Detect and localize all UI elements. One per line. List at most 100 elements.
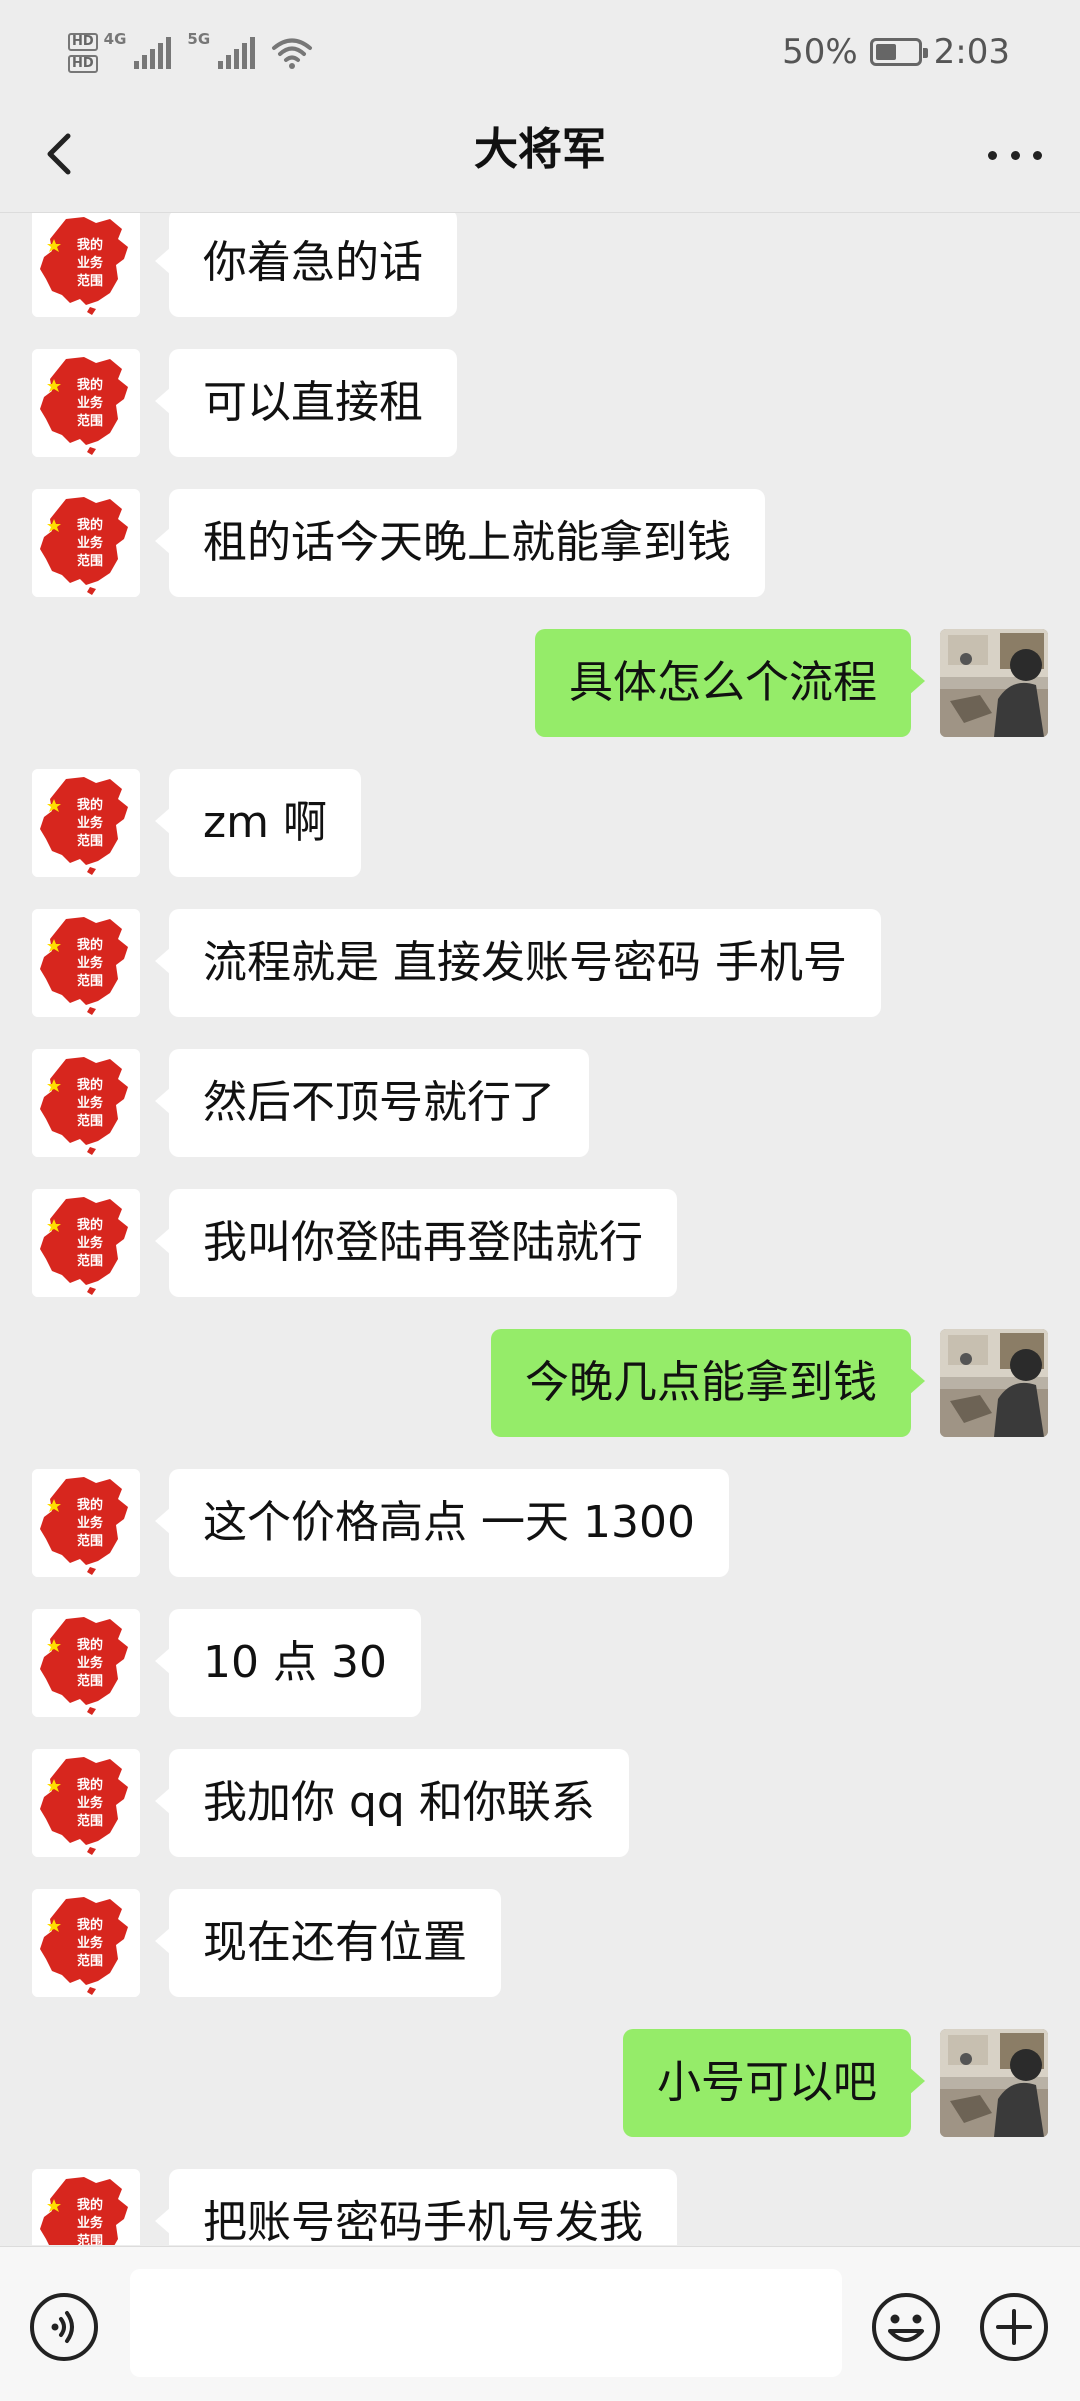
china-map-icon: 我的业务范围 — [32, 1189, 140, 1297]
incoming-message: 我的 业务 范围 把账号密码手机号发我 — [0, 2169, 1080, 2245]
china-map-icon: 我的业务范围 — [32, 769, 140, 877]
incoming-message: 我的 业务 范围 10 点 30 — [0, 1609, 1080, 1717]
avatar-text-2: 业务 — [77, 1935, 104, 1951]
message-bubble[interactable]: 具体怎么个流程 — [535, 629, 925, 737]
status-right: 50% 2:03 — [782, 30, 1010, 74]
avatar-text-3: 范围 — [77, 1253, 103, 1269]
contact-avatar[interactable]: 我的 业务 范围 — [32, 1609, 140, 1717]
avatar-text-1: 我的 — [77, 1637, 103, 1653]
avatar-text-3: 范围 — [77, 1813, 103, 1829]
hd-badge-2: HD — [68, 55, 98, 73]
message-bubble[interactable]: 小号可以吧 — [623, 2029, 925, 2137]
message-list[interactable]: 我的 业务 范围 你着急的话 我的 业务 范围 可以直接租 我的 业务 范围 租的话今天晚上就能拿到钱… — [0, 213, 1080, 2245]
avatar-text-1: 我的 — [77, 1917, 103, 1933]
emoji-icon[interactable] — [870, 2291, 942, 2363]
avatar-text-2: 业务 — [77, 395, 104, 411]
contact-avatar[interactable]: 我的 业务 范围 — [32, 1889, 140, 1997]
contact-avatar[interactable]: 我的 业务 范围 — [32, 1749, 140, 1857]
avatar-text-3: 范围 — [77, 553, 103, 569]
avatar-text-3: 范围 — [77, 1673, 103, 1689]
china-map-icon: 我的业务范围 — [32, 1469, 140, 1577]
avatar-text-3: 范围 — [77, 1953, 103, 1969]
clock: 2:03 — [933, 32, 1010, 72]
incoming-message: 我的 业务 范围 现在还有位置 — [0, 1889, 1080, 1997]
more-dots-icon[interactable] — [980, 130, 1050, 180]
contact-avatar[interactable]: 我的 业务 范围 — [32, 1049, 140, 1157]
user-photo-avatar — [940, 629, 1048, 737]
message-input[interactable] — [130, 2269, 842, 2377]
network-type-2: 5G — [187, 30, 211, 48]
china-map-icon: 我的业务范围 — [32, 1049, 140, 1157]
contact-avatar[interactable]: 我的 业务 范围 — [32, 2169, 140, 2245]
contact-avatar[interactable]: 我的 业务 范围 — [32, 909, 140, 1017]
incoming-message: 我的 业务 范围 流程就是 直接发账号密码 手机号 — [0, 909, 1080, 1017]
message-bubble[interactable]: 现在还有位置 — [155, 1889, 501, 1997]
incoming-message: 我的 业务 范围 你着急的话 — [0, 213, 1080, 317]
avatar-text-1: 我的 — [77, 237, 103, 253]
contact-avatar[interactable]: 我的 业务 范围 — [32, 1469, 140, 1577]
contact-avatar[interactable]: 我的 业务 范围 — [32, 213, 140, 317]
avatar-text-1: 我的 — [77, 1497, 103, 1513]
chat-header: 大将军 — [0, 100, 1080, 213]
avatar-text-3: 范围 — [77, 1113, 103, 1129]
avatar-text-2: 业务 — [77, 1235, 104, 1251]
message-bubble[interactable]: 我叫你登陆再登陆就行 — [155, 1189, 677, 1297]
avatar-text-3: 范围 — [77, 413, 103, 429]
plus-circle-icon[interactable] — [978, 2291, 1050, 2363]
message-bubble[interactable]: 流程就是 直接发账号密码 手机号 — [155, 909, 881, 1017]
avatar-text-3: 范围 — [77, 973, 103, 989]
china-map-icon: 我的业务范围 — [32, 2169, 140, 2245]
avatar-text-2: 业务 — [77, 955, 104, 971]
battery-percent: 50% — [782, 32, 858, 72]
message-bubble[interactable]: 我加你 qq 和你联系 — [155, 1749, 629, 1857]
outgoing-message: 小号可以吧 — [0, 2029, 1080, 2137]
china-map-icon: 我的业务范围 — [32, 1609, 140, 1717]
outgoing-message: 今晚几点能拿到钱 — [0, 1329, 1080, 1437]
message-bubble[interactable]: 你着急的话 — [155, 213, 457, 317]
signal-icon — [134, 37, 172, 69]
incoming-message: 我的 业务 范围 我加你 qq 和你联系 — [0, 1749, 1080, 1857]
message-bubble[interactable]: 可以直接租 — [155, 349, 457, 457]
avatar-text-3: 范围 — [77, 273, 103, 289]
network-type-1: 4G — [103, 30, 127, 48]
china-map-icon: 我的业务范围 — [32, 349, 140, 457]
status-bar: HD HD 4G 5G 50% 2:03 — [0, 0, 1080, 100]
contact-avatar[interactable]: 我的 业务 范围 — [32, 349, 140, 457]
message-bubble[interactable]: 然后不顶号就行了 — [155, 1049, 589, 1157]
avatar-text-2: 业务 — [77, 815, 104, 831]
message-bubble[interactable]: 这个价格高点 一天 1300 — [155, 1469, 729, 1577]
message-bubble[interactable]: zm 啊 — [155, 769, 361, 877]
user-photo-avatar — [940, 1329, 1048, 1437]
contact-avatar[interactable]: 我的 业务 范围 — [32, 769, 140, 877]
contact-avatar[interactable]: 我的 业务 范围 — [32, 1189, 140, 1297]
incoming-message: 我的 业务 范围 然后不顶号就行了 — [0, 1049, 1080, 1157]
incoming-message: 我的 业务 范围 zm 啊 — [0, 769, 1080, 877]
avatar-text-2: 业务 — [77, 535, 104, 551]
message-bubble[interactable]: 把账号密码手机号发我 — [155, 2169, 677, 2245]
message-bubble[interactable]: 10 点 30 — [155, 1609, 421, 1717]
china-map-icon: 我的业务范围 — [32, 909, 140, 1017]
avatar-text-2: 业务 — [77, 2215, 104, 2231]
battery-icon — [869, 38, 928, 66]
avatar-text-1: 我的 — [77, 1217, 103, 1233]
my-avatar[interactable] — [940, 1329, 1048, 1437]
incoming-message: 我的 业务 范围 租的话今天晚上就能拿到钱 — [0, 489, 1080, 597]
china-map-icon: 我的业务范围 — [32, 213, 140, 317]
my-avatar[interactable] — [940, 629, 1048, 737]
avatar-text-3: 范围 — [77, 1533, 103, 1549]
avatar-text-2: 业务 — [77, 1795, 104, 1811]
user-photo-avatar — [940, 2029, 1048, 2137]
china-map-icon: 我的业务范围 — [32, 1749, 140, 1857]
china-map-icon: 我的业务范围 — [32, 489, 140, 597]
incoming-message: 我的 业务 范围 这个价格高点 一天 1300 — [0, 1469, 1080, 1577]
avatar-text-2: 业务 — [77, 1515, 104, 1531]
avatar-text-1: 我的 — [77, 2197, 103, 2213]
voice-icon[interactable] — [28, 2291, 100, 2363]
message-bubble[interactable]: 租的话今天晚上就能拿到钱 — [155, 489, 765, 597]
status-left: HD HD 4G 5G — [68, 28, 313, 78]
avatar-text-1: 我的 — [77, 377, 103, 393]
my-avatar[interactable] — [940, 2029, 1048, 2137]
incoming-message: 我的 业务 范围 我叫你登陆再登陆就行 — [0, 1189, 1080, 1297]
contact-avatar[interactable]: 我的 业务 范围 — [32, 489, 140, 597]
message-bubble[interactable]: 今晚几点能拿到钱 — [491, 1329, 925, 1437]
